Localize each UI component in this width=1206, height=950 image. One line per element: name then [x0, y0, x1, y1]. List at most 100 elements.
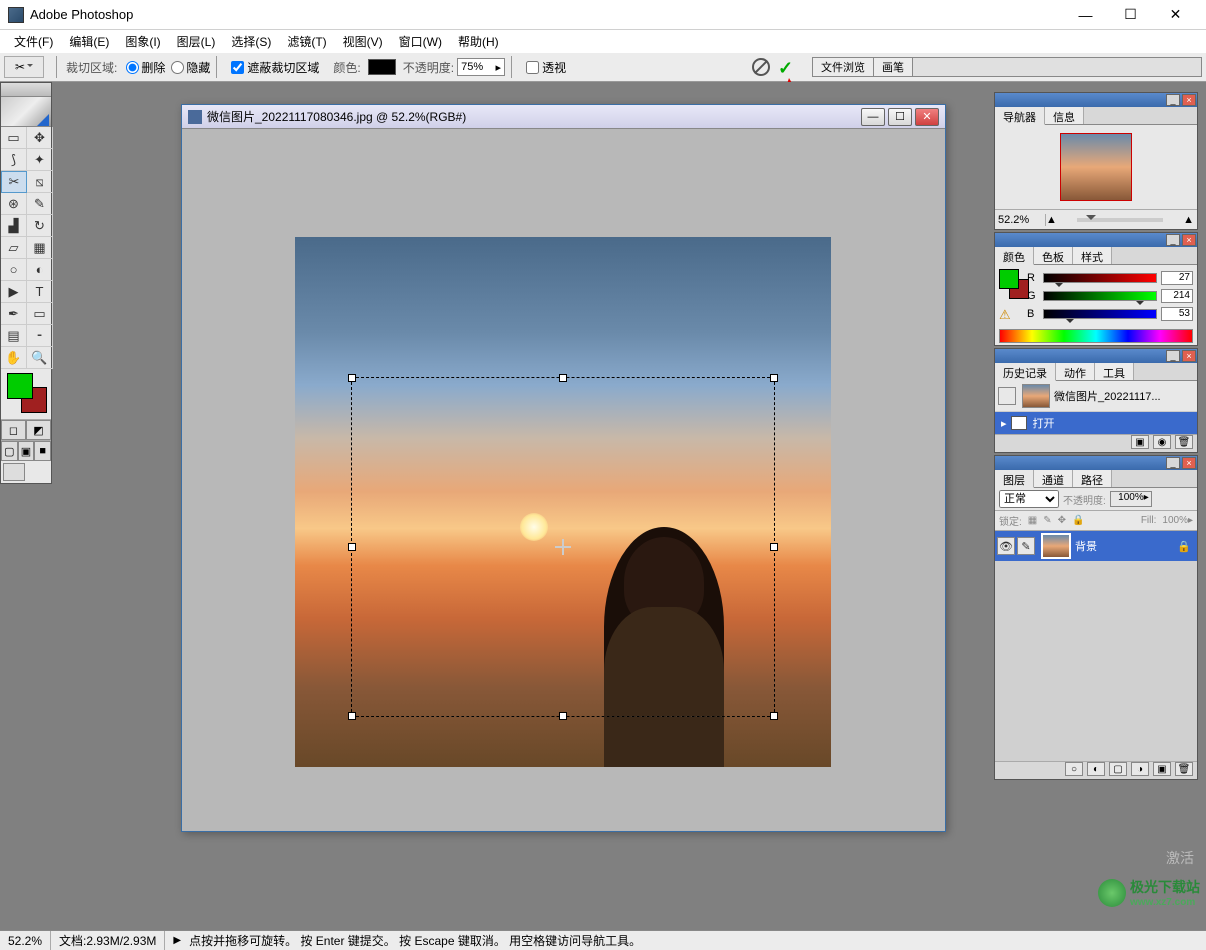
layer-name[interactable]: 背景 — [1075, 538, 1177, 554]
zoom-in-icon[interactable]: ▲ — [1183, 214, 1194, 226]
shield-checkbox[interactable] — [231, 61, 244, 74]
new-doc-from-state-button[interactable]: ▣ — [1131, 435, 1149, 449]
notes-tool[interactable]: ▤ — [1, 325, 27, 347]
channels-tab[interactable]: 通道 — [1034, 470, 1073, 487]
doc-minimize-button[interactable]: — — [861, 108, 885, 126]
crop-handle-tl[interactable] — [348, 374, 356, 382]
wand-tool[interactable]: ✦ — [27, 149, 53, 171]
perspective-checkbox[interactable] — [526, 61, 539, 74]
canvas[interactable] — [295, 237, 831, 767]
commit-crop-icon[interactable]: ✓ — [778, 58, 796, 76]
menu-image[interactable]: 图象(I) — [117, 33, 168, 50]
shield-color-swatch[interactable] — [368, 59, 396, 75]
crop-hide-radio[interactable] — [171, 61, 184, 74]
layer-mask-button[interactable]: ◐ — [1087, 762, 1105, 776]
gradient-tool[interactable]: ▦ — [27, 237, 53, 259]
menu-layer[interactable]: 图层(L) — [169, 33, 224, 50]
panel-minimize-button[interactable]: _ — [1166, 350, 1180, 362]
standard-mode-button[interactable]: ◻ — [1, 420, 26, 440]
screen-full-menu-button[interactable]: ▣ — [18, 441, 35, 461]
panel-close-button[interactable]: × — [1182, 94, 1196, 106]
menu-view[interactable]: 视图(V) — [335, 33, 391, 50]
path-select-tool[interactable]: ▶ — [1, 281, 27, 303]
color-tab[interactable]: 颜色 — [995, 247, 1034, 265]
status-zoom[interactable]: 52.2% — [0, 931, 51, 950]
navigator-zoom-slider[interactable] — [1077, 218, 1163, 222]
navigator-tab[interactable]: 导航器 — [995, 107, 1045, 125]
crop-tool[interactable]: ✂ — [1, 171, 27, 193]
zoom-out-icon[interactable]: ▲ — [1046, 214, 1057, 226]
file-browser-tab[interactable]: 文件浏览 — [813, 58, 874, 76]
quickmask-mode-button[interactable]: ◩ — [26, 420, 51, 440]
history-snapshot-row[interactable]: 微信图片_20221117... — [995, 381, 1197, 412]
status-doc-size[interactable]: 文档:2.93M/2.93M — [51, 931, 165, 950]
navigator-thumbnail[interactable] — [1060, 133, 1132, 201]
dodge-tool[interactable]: ◐ — [27, 259, 53, 281]
close-button[interactable]: ✕ — [1153, 1, 1198, 29]
cancel-crop-icon[interactable] — [752, 58, 770, 76]
lock-transparency-icon[interactable]: ▦ — [1028, 515, 1037, 526]
brushes-tab[interactable]: 画笔 — [874, 58, 913, 76]
crop-handle-br[interactable] — [770, 712, 778, 720]
paths-tab[interactable]: 路径 — [1073, 470, 1112, 487]
lock-position-icon[interactable]: ✥ — [1058, 515, 1066, 526]
fill-value[interactable]: 100%▸ — [1162, 515, 1193, 526]
layer-style-button[interactable]: ○ — [1065, 762, 1083, 776]
stamp-tool[interactable]: ▟ — [1, 215, 27, 237]
brush-tool[interactable]: ✎ — [27, 193, 53, 215]
screen-full-button[interactable]: ■ — [34, 441, 51, 461]
panel-minimize-button[interactable]: _ — [1166, 234, 1180, 246]
panel-close-button[interactable]: × — [1182, 457, 1196, 469]
layers-tab[interactable]: 图层 — [995, 470, 1034, 488]
color-spectrum[interactable] — [999, 329, 1193, 343]
g-value[interactable]: 214 — [1161, 289, 1193, 303]
layer-row-background[interactable]: 👁 ✎ 背景 🔒 — [995, 531, 1197, 561]
info-tab[interactable]: 信息 — [1045, 107, 1084, 124]
crop-handle-ml[interactable] — [348, 543, 356, 551]
panel-minimize-button[interactable]: _ — [1166, 94, 1180, 106]
crop-marquee[interactable] — [351, 377, 775, 717]
panel-close-button[interactable]: × — [1182, 234, 1196, 246]
crop-center-icon[interactable] — [555, 539, 571, 555]
r-slider[interactable] — [1043, 273, 1157, 283]
panel-close-button[interactable]: × — [1182, 350, 1196, 362]
lasso-tool[interactable]: ⟆ — [1, 149, 27, 171]
history-brush-source-icon[interactable] — [998, 387, 1016, 405]
screen-standard-button[interactable]: ▢ — [1, 441, 18, 461]
lock-paint-icon[interactable]: ✎ — [1043, 515, 1051, 526]
menu-edit[interactable]: 编辑(E) — [61, 33, 117, 50]
color-fg-swatch[interactable] — [999, 269, 1019, 289]
maximize-button[interactable]: ☐ — [1108, 1, 1153, 29]
navigator-zoom-value[interactable]: 52.2% — [998, 214, 1046, 226]
swatches-tab[interactable]: 色板 — [1034, 247, 1073, 264]
styles-tab[interactable]: 样式 — [1073, 247, 1112, 264]
status-play-icon[interactable]: ▶ — [173, 935, 181, 946]
r-value[interactable]: 27 — [1161, 271, 1193, 285]
doc-maximize-button[interactable]: ☐ — [888, 108, 912, 126]
history-brush-tool[interactable]: ↻ — [27, 215, 53, 237]
crop-handle-tm[interactable] — [559, 374, 567, 382]
b-value[interactable]: 53 — [1161, 307, 1193, 321]
menu-help[interactable]: 帮助(H) — [450, 33, 507, 50]
actions-tab[interactable]: 动作 — [1056, 363, 1095, 380]
minimize-button[interactable]: — — [1063, 1, 1108, 29]
layer-visibility-icon[interactable]: 👁 — [997, 537, 1015, 555]
blur-tool[interactable]: ○ — [1, 259, 27, 281]
shape-tool[interactable]: ▭ — [27, 303, 53, 325]
crop-handle-bm[interactable] — [559, 712, 567, 720]
heal-tool[interactable]: ⊛ — [1, 193, 27, 215]
marquee-tool[interactable]: ▭ — [1, 127, 27, 149]
lock-all-icon[interactable]: 🔒 — [1072, 515, 1084, 526]
type-tool[interactable]: T — [27, 281, 53, 303]
jump-imageready-button[interactable] — [3, 463, 25, 481]
slice-tool[interactable]: ⧅ — [27, 171, 53, 193]
crop-tool-indicator[interactable]: ✂ — [4, 56, 44, 78]
new-layer-button[interactable]: ▣ — [1153, 762, 1171, 776]
history-tab[interactable]: 历史记录 — [995, 363, 1056, 381]
new-snapshot-button[interactable]: ◉ — [1153, 435, 1171, 449]
menu-file[interactable]: 文件(F) — [6, 33, 61, 50]
hand-tool[interactable]: ✋ — [1, 347, 27, 369]
crop-delete-radio[interactable] — [126, 61, 139, 74]
delete-layer-button[interactable]: 🗑 — [1175, 762, 1193, 776]
doc-close-button[interactable]: ✕ — [915, 108, 939, 126]
